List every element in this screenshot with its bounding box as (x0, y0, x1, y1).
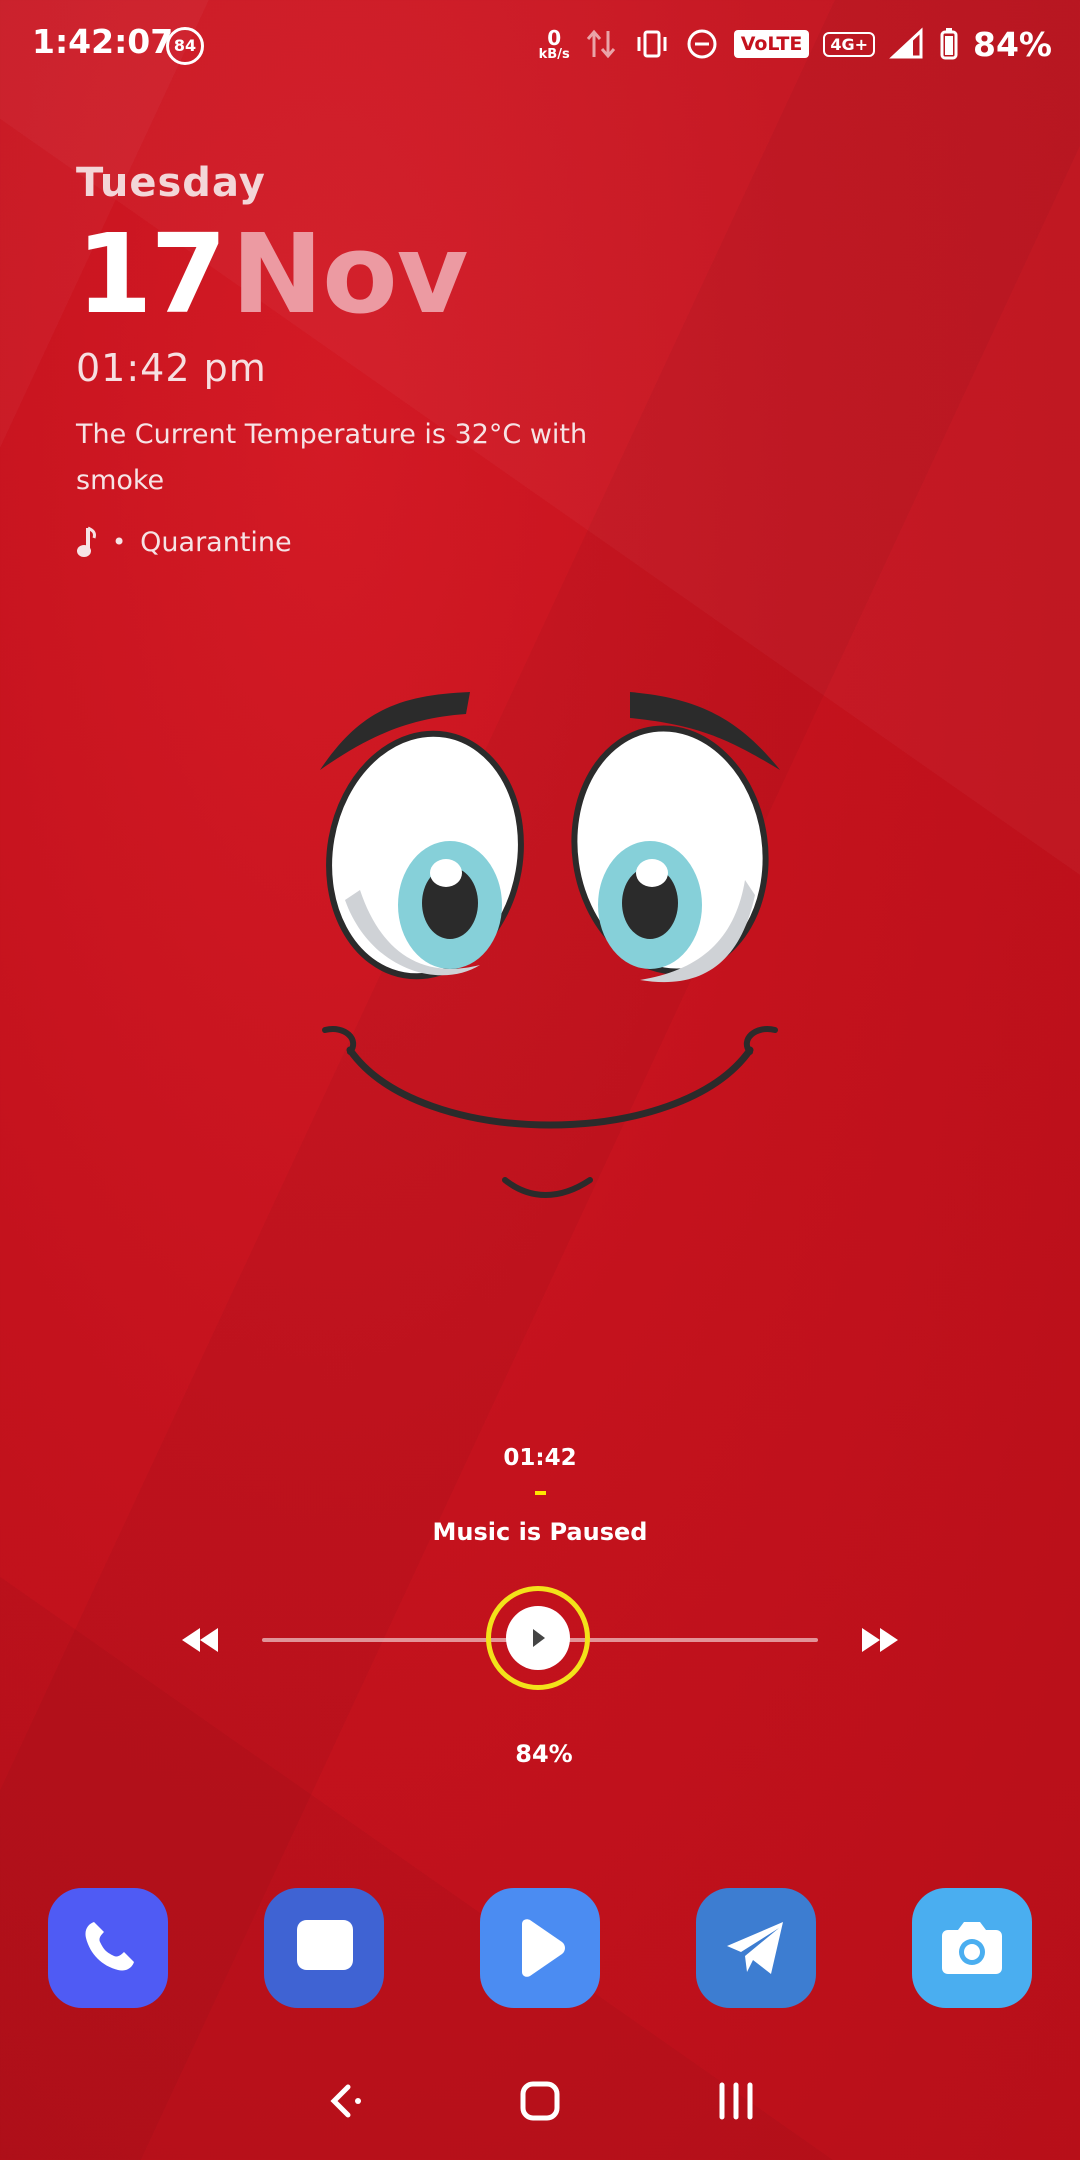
back-chevron-icon (330, 2084, 361, 2118)
dock-app-play[interactable] (480, 1888, 600, 2008)
music-widget-clock: 01:42 (503, 1445, 577, 1471)
data-arrows-icon (586, 29, 615, 59)
camera-icon (942, 1922, 1002, 1974)
status-icons: 0 kB/s VoLTE 4G+ 84% (539, 22, 1052, 66)
dock-app-phone[interactable] (48, 1888, 168, 2008)
notification-count-badge: 84 (166, 27, 204, 65)
rewind-icon[interactable] (178, 1620, 222, 1660)
nav-home-button[interactable] (510, 2076, 570, 2126)
play-button-inner (506, 1606, 570, 1670)
accent-dash (535, 1491, 546, 1495)
music-title: Quarantine (140, 526, 292, 558)
network-speed-unit: kB/s (538, 46, 570, 62)
recents-icon (719, 2082, 753, 2120)
dock-app-telegram[interactable] (696, 1888, 816, 2008)
network-type-badge: 4G+ (823, 31, 875, 57)
vibrate-icon (637, 30, 667, 58)
navigation-bar (0, 2060, 1080, 2140)
do-not-disturb-icon (687, 29, 717, 59)
play-icon (533, 1629, 545, 1647)
now-playing-line[interactable]: • Quarantine (76, 526, 596, 558)
clock-widget[interactable]: Tuesday 17 Nov 01:42 pm The Current Temp… (76, 160, 596, 558)
widget-time: 01:42 pm (76, 346, 267, 390)
play-button[interactable] (486, 1586, 590, 1690)
play-store-icon (522, 1919, 565, 1977)
home-square-icon (520, 2081, 560, 2121)
music-status: Music is Paused (432, 1518, 648, 1546)
date-number: 17 (76, 210, 227, 338)
app-dock (48, 1888, 1032, 2008)
battery-icon (940, 28, 958, 60)
day-label: Tuesday (76, 160, 266, 206)
nav-recents-button[interactable] (706, 2076, 766, 2126)
message-icon (297, 1920, 353, 1970)
nav-back-button[interactable] (316, 2076, 376, 2126)
volte-badge: VoLTE (733, 30, 810, 58)
signal-icon (889, 27, 923, 59)
music-widget-battery-percent: 84% (515, 1740, 573, 1768)
network-speed: 0 kB/s (539, 28, 570, 61)
temperature-text: The Current Temperature is 32°C with smo… (76, 419, 588, 496)
status-bar: 1:42:07 84 0 kB/s VoLTE 4G+ 84% (0, 0, 1080, 90)
send-icon (727, 1922, 783, 1974)
status-time: 1:42:07 (32, 22, 174, 61)
dock-app-camera[interactable] (912, 1888, 1032, 2008)
date-month: Nov (231, 210, 468, 338)
network-speed-value: 0 (547, 25, 562, 50)
dock-app-messages[interactable] (264, 1888, 384, 2008)
fast-forward-icon[interactable] (858, 1620, 902, 1660)
music-note-icon (77, 526, 96, 557)
cartoon-face-illustration (320, 692, 780, 1198)
phone-icon (85, 1922, 134, 1971)
battery-percent: 84% (973, 24, 1052, 64)
music-separator: • (112, 528, 127, 556)
date-row: 17 Nov (76, 210, 596, 338)
